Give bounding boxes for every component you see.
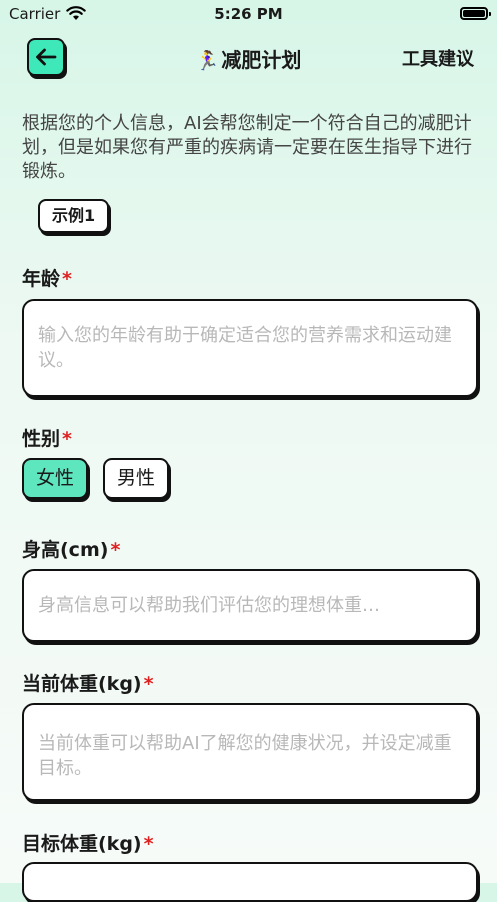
target-weight-label-text: 目标体重(kg) bbox=[22, 833, 142, 855]
tool-suggestions-button[interactable]: 工具建议 bbox=[402, 45, 474, 71]
current-weight-input[interactable]: 当前体重可以帮助AI了解您的健康状况，并设定减重目标。 bbox=[22, 703, 478, 801]
target-weight-input[interactable] bbox=[22, 862, 478, 902]
gender-option-male[interactable]: 男性 bbox=[103, 458, 169, 499]
gender-label: 性别 * bbox=[22, 424, 72, 451]
battery-icon bbox=[460, 7, 491, 20]
current-weight-label: 当前体重(kg) * bbox=[22, 669, 154, 696]
age-input[interactable]: 输入您的年龄有助于确定适合您的营养需求和运动建议。 bbox=[22, 299, 478, 397]
required-mark: * bbox=[143, 833, 154, 855]
current-weight-label-text: 当前体重(kg) bbox=[22, 673, 142, 695]
age-placeholder: 输入您的年龄有助于确定适合您的营养需求和运动建议。 bbox=[38, 325, 452, 371]
age-label-text: 年龄 bbox=[22, 268, 61, 290]
target-weight-label: 目标体重(kg) * bbox=[22, 829, 154, 856]
height-placeholder: 身高信息可以帮助我们评估您的理想体重… bbox=[38, 595, 380, 616]
navigation-bar: 🏃‍♀️ 减肥计划 工具建议 bbox=[0, 36, 497, 80]
gender-option-female[interactable]: 女性 bbox=[22, 458, 88, 499]
runner-icon: 🏃‍♀️ bbox=[195, 50, 220, 72]
age-label: 年龄 * bbox=[22, 264, 72, 291]
status-bar: Carrier 5:26 PM bbox=[0, 0, 497, 30]
required-mark: * bbox=[62, 268, 72, 290]
clock: 5:26 PM bbox=[214, 5, 283, 23]
current-weight-placeholder: 当前体重可以帮助AI了解您的健康状况，并设定减重目标。 bbox=[38, 733, 452, 779]
required-mark: * bbox=[143, 673, 154, 695]
page-title-text: 减肥计划 bbox=[221, 48, 302, 72]
example-button[interactable]: 示例1 bbox=[38, 199, 110, 233]
gender-label-text: 性别 bbox=[22, 428, 61, 450]
height-label: 身高(cm) * bbox=[22, 535, 120, 562]
required-mark: * bbox=[62, 428, 72, 450]
required-mark: * bbox=[110, 539, 121, 561]
height-input[interactable]: 身高信息可以帮助我们评估您的理想体重… bbox=[22, 569, 478, 642]
height-label-text: 身高(cm) bbox=[22, 539, 109, 561]
intro-text: 根据您的个人信息，AI会帮您制定一个符合自己的减肥计划，但是如果您有严重的疾病请… bbox=[22, 113, 472, 182]
